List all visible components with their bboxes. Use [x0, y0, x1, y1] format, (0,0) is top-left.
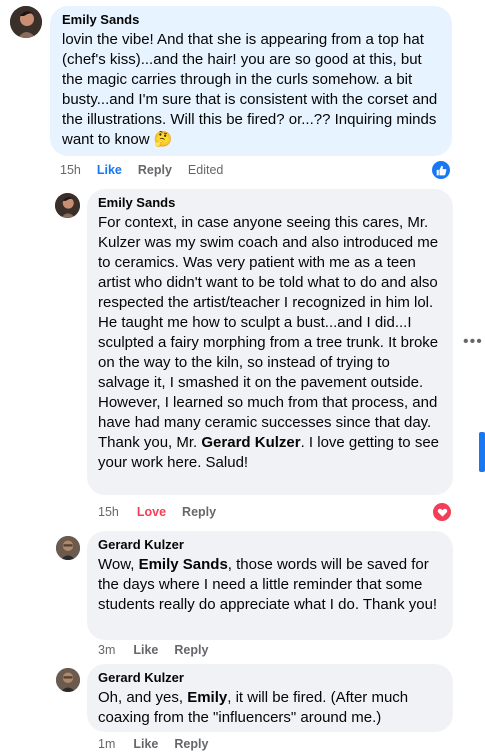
- avatar-emily[interactable]: [55, 193, 80, 218]
- comment-actions: 15h Love Reply: [98, 504, 216, 520]
- timestamp[interactable]: 3m: [98, 642, 115, 658]
- comment-text: Oh, and yes, Emily, it will be fired. (A…: [98, 688, 442, 728]
- scrollbar-thumb[interactable]: [479, 432, 485, 472]
- comment-actions: 1m Like Reply: [98, 736, 208, 752]
- comment-text: lovin the vibe! And that she is appearin…: [62, 31, 442, 148]
- comment-bubble: Emily Sands lovin the vibe! And that she…: [50, 6, 452, 156]
- more-options-icon[interactable]: •••: [463, 333, 483, 351]
- like-button[interactable]: Like: [97, 162, 122, 178]
- comment-text: For context, in case anyone seeing this …: [98, 213, 442, 473]
- comment-actions: 15h Like Reply Edited: [60, 162, 223, 178]
- timestamp[interactable]: 15h: [98, 504, 119, 520]
- like-button[interactable]: Like: [133, 736, 158, 752]
- reply-button[interactable]: Reply: [138, 162, 172, 178]
- comment-author[interactable]: Emily Sands: [62, 12, 440, 28]
- timestamp[interactable]: 15h: [60, 162, 81, 178]
- avatar-emily[interactable]: [10, 6, 42, 38]
- avatar-gerard[interactable]: [56, 668, 80, 692]
- comment-author[interactable]: Gerard Kulzer: [98, 670, 442, 686]
- comment-author[interactable]: Gerard Kulzer: [98, 537, 442, 553]
- edited-label[interactable]: Edited: [188, 162, 223, 178]
- heart-reaction-icon[interactable]: [432, 502, 452, 522]
- reply-bubble: Gerard Kulzer Wow, Emily Sands, those wo…: [87, 531, 453, 640]
- mention-link[interactable]: Gerard Kulzer: [201, 434, 300, 451]
- comment-text: Wow, Emily Sands, those words will be sa…: [98, 555, 442, 615]
- timestamp[interactable]: 1m: [98, 736, 115, 752]
- like-button[interactable]: Like: [133, 642, 158, 658]
- comment-actions: 3m Like Reply: [98, 642, 208, 658]
- reply-bubble: Emily Sands For context, in case anyone …: [87, 189, 453, 495]
- like-reaction-icon[interactable]: [431, 160, 451, 180]
- reply-button[interactable]: Reply: [174, 642, 208, 658]
- text-part: For context, in case anyone seeing this …: [98, 214, 443, 451]
- mention-link[interactable]: Emily Sands: [139, 556, 228, 573]
- reply-button[interactable]: Reply: [182, 504, 216, 520]
- mention-link[interactable]: Emily: [187, 689, 227, 706]
- text-part: Wow,: [98, 556, 139, 573]
- reply-button[interactable]: Reply: [174, 736, 208, 752]
- love-button[interactable]: Love: [137, 504, 166, 520]
- reply-bubble: Gerard Kulzer Oh, and yes, Emily, it wil…: [87, 664, 453, 732]
- comment-author[interactable]: Emily Sands: [98, 195, 442, 211]
- text-part: Oh, and yes,: [98, 689, 188, 706]
- avatar-gerard[interactable]: [56, 536, 80, 560]
